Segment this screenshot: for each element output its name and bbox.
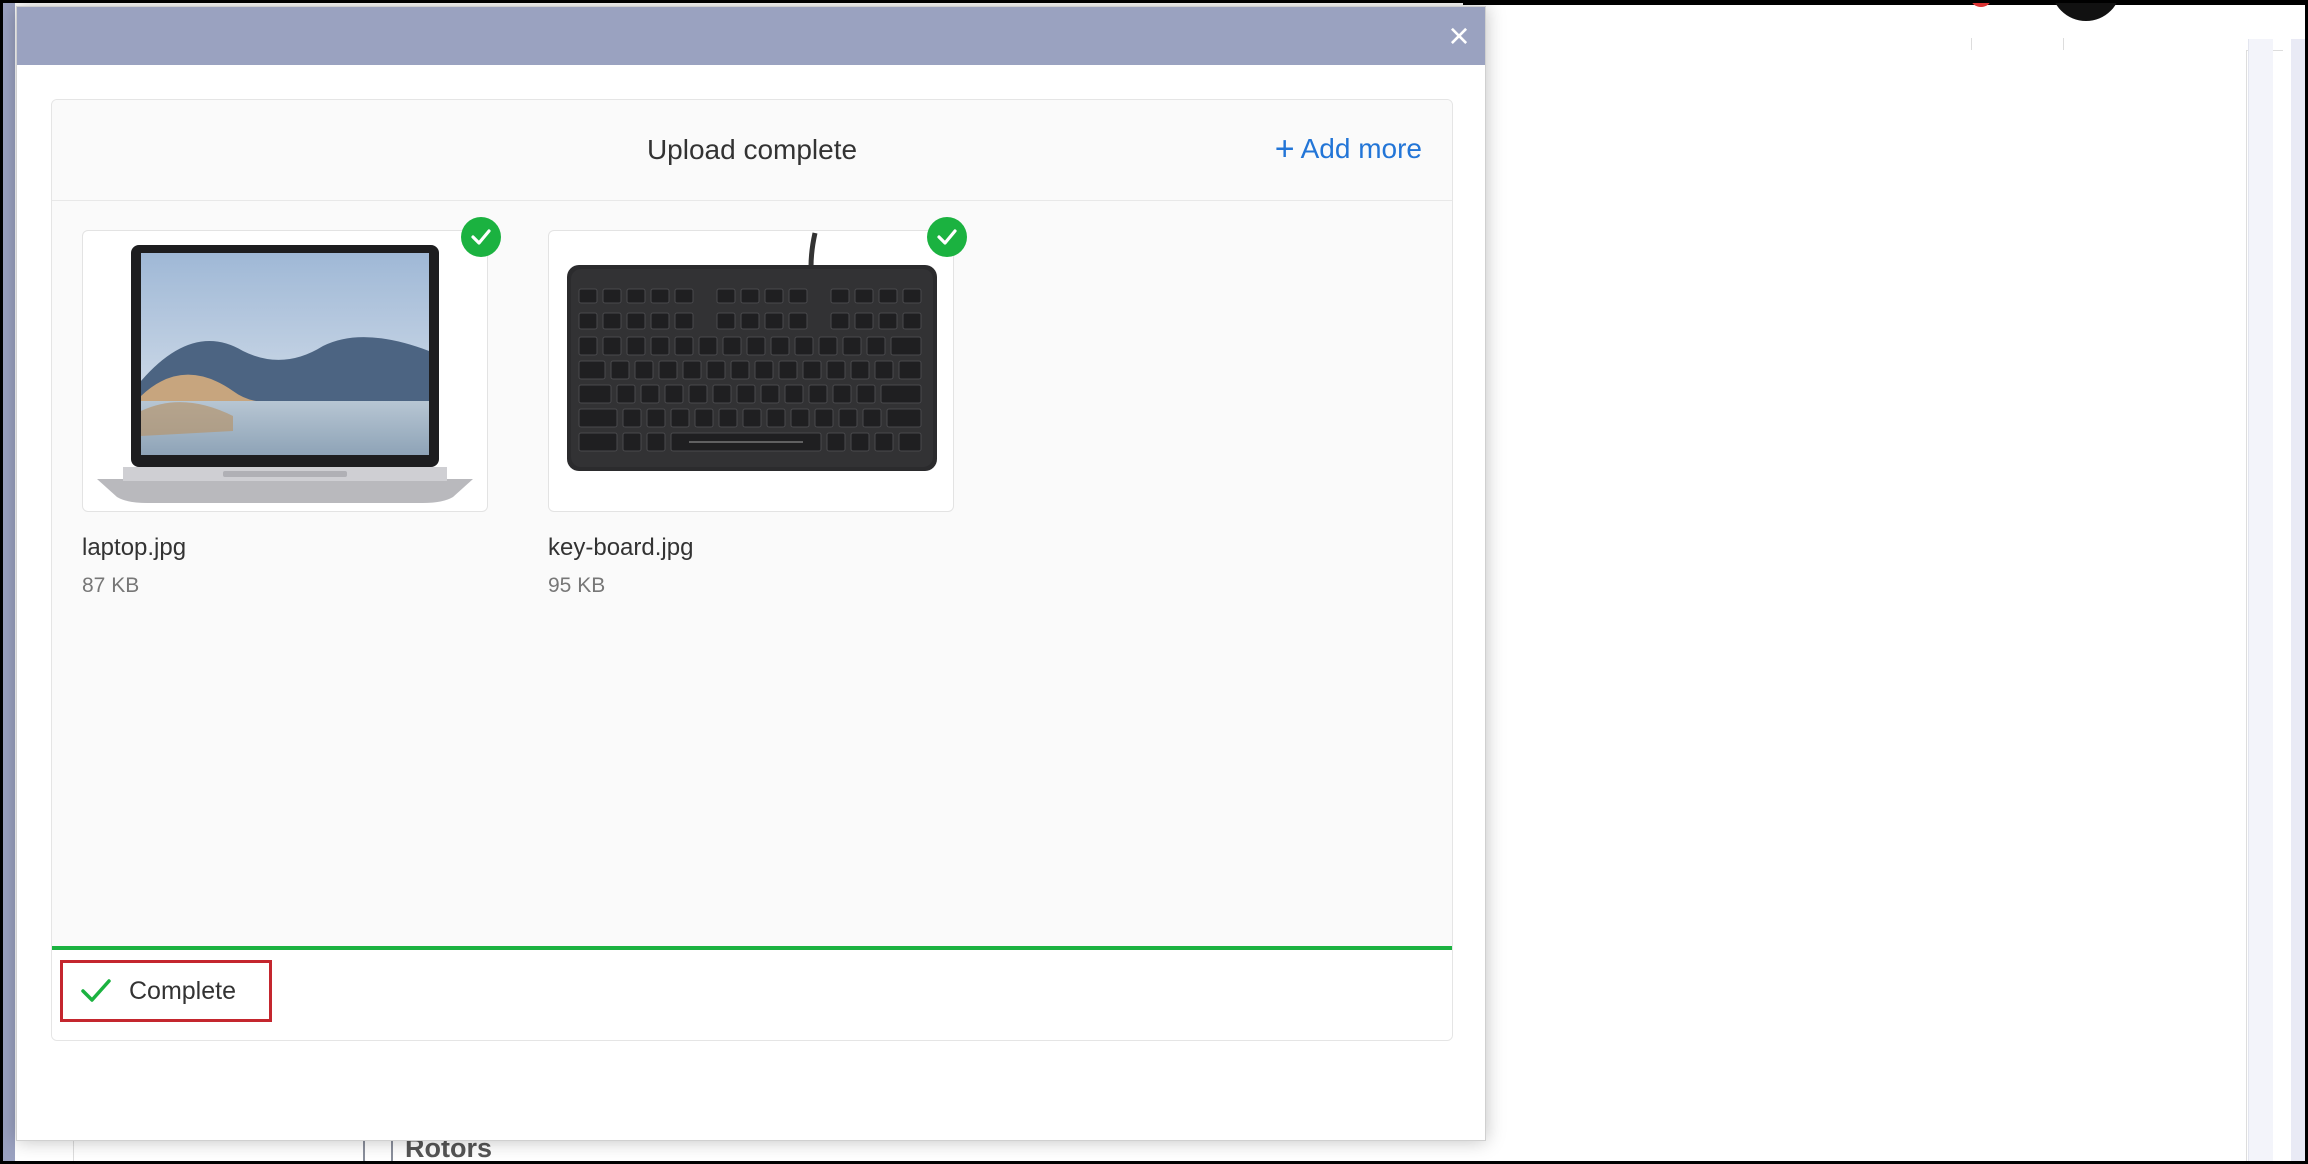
dashboard-header: Upload complete + Add more [52,100,1452,201]
file-name: laptop.jpg [82,534,187,561]
background-right-strip [2291,39,2305,1161]
upload-modal: × Upload complete + Add more laptop.jpg … [16,6,1486,1141]
toolbar-divider [2063,38,2064,50]
status-bar: Complete [52,946,1452,1040]
file-size: 95 KB [548,574,606,597]
upload-success-badge [927,217,967,257]
complete-label: Complete [129,976,236,1005]
avatar[interactable] [2051,3,2121,21]
toolbar-divider [1971,38,1972,50]
file-size: 87 KB [82,574,140,597]
file-item-keyboard[interactable]: key-board.jpg 95 KB [548,217,967,598]
plus-icon: + [1274,130,1295,168]
file-thumbnail[interactable] [82,217,501,512]
checkmark-icon [471,229,491,245]
upload-success-badge [461,217,501,257]
background-top-line [1463,3,2305,5]
close-button[interactable]: × [1441,18,1477,54]
file-item-laptop[interactable]: laptop.jpg 87 KB [82,217,501,598]
upload-status-title: Upload complete [646,134,858,165]
background-left-strip [3,3,15,1161]
page-scrollbar[interactable] [2248,39,2273,1161]
file-thumbnail[interactable] [548,217,967,512]
file-name: key-board.jpg [548,534,694,561]
screen: Rotors × Upload complete + Add more lapt… [0,0,2308,1164]
upload-dashboard: Upload complete + Add more laptop.jpg 87… [51,99,1453,1041]
complete-status-button[interactable]: Complete [60,960,272,1022]
checkmark-icon [937,229,957,245]
add-more-label: Add more [1300,133,1422,164]
keyboard-image [567,232,937,471]
notification-dot [1971,3,1991,7]
modal-header: × [17,7,1485,65]
laptop-image [97,245,473,503]
checkmark-icon [81,979,111,1002]
add-more-button[interactable]: + Add more [1274,130,1422,168]
